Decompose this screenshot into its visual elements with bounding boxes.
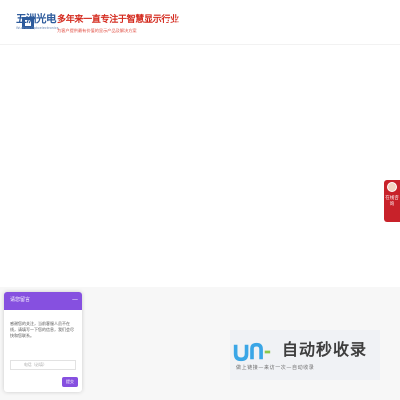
- brand-name: 五洲光电: [16, 13, 57, 25]
- watermark-logo-icon: [233, 342, 271, 362]
- submit-button[interactable]: 提交: [62, 377, 78, 387]
- nav-label: 新闻中心: [290, 17, 322, 27]
- watermark-title: 自动秒收录: [282, 340, 368, 359]
- nav-item-solutions[interactable]: 解决方案: [200, 0, 246, 45]
- online-consult-label: 在线咨询: [385, 196, 399, 207]
- chat-title: 请您留言: [10, 297, 31, 303]
- nav-item-news[interactable]: 新闻中心: [283, 0, 329, 45]
- nav-label: 解决方案: [207, 17, 239, 27]
- phone-input[interactable]: 电话（必填）: [10, 360, 76, 370]
- online-consult-widget[interactable]: 在线咨询: [384, 180, 400, 222]
- brand-subtitle: Wuzhou Optoelectronics: [16, 26, 59, 30]
- nav-item-cases[interactable]: 成功案例: [242, 0, 288, 45]
- nav-label: 产品中心: [164, 17, 196, 27]
- agent-avatar: [387, 182, 397, 192]
- nav-label: 关于我们: [331, 17, 363, 27]
- message-chat-box: 请您留言 — 感谢您的关注，当前客服人员不在线，请填写一下您的信息，我们会尽快和…: [4, 292, 82, 392]
- header-tagline-sub: 为客户提供最有价值的显示产品及解决方案: [57, 28, 137, 33]
- chat-message: 感谢您的关注，当前客服人员不在线，请填写一下您的信息，我们会尽快和您联系。: [10, 321, 74, 338]
- nav-item-about[interactable]: 关于我们: [324, 0, 370, 45]
- site-header: 五洲光电 Wuzhou Optoelectronics 多年来一直专注于智慧显示…: [0, 0, 400, 45]
- watermark-subtitle: 做上链接—来访一次—自动收录: [236, 365, 315, 371]
- nav-item-products[interactable]: 产品中心: [157, 0, 203, 45]
- watermark-banner: 自动秒收录 做上链接—来访一次—自动收录: [230, 330, 380, 380]
- chat-header: 请您留言 —: [4, 292, 82, 310]
- minimize-button[interactable]: —: [72, 296, 78, 303]
- header-divider: [0, 44, 400, 45]
- nav-label: 成功案例: [249, 17, 281, 27]
